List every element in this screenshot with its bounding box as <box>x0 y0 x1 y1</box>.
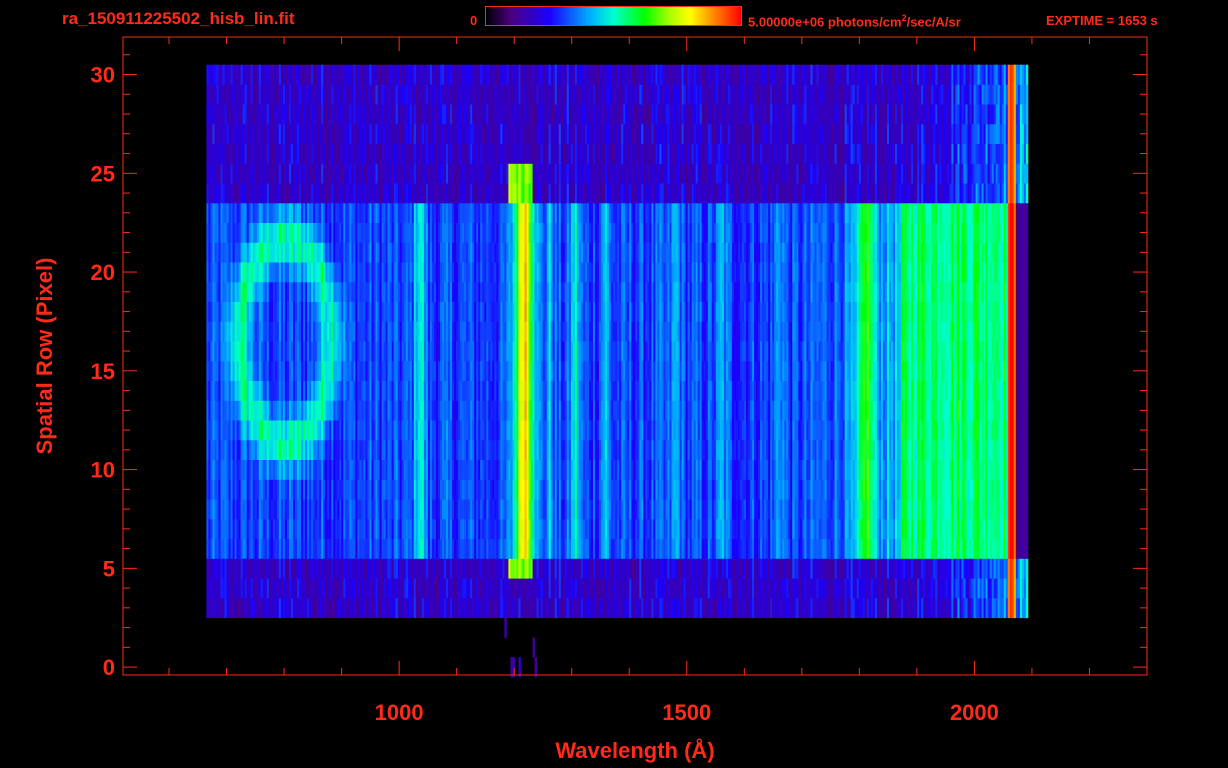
spectral-image-chart: 1000 1500 2000051015202530 Wavelength (Å) … <box>32 36 1148 763</box>
y-tick-label: 30 <box>91 63 115 88</box>
x-tick-label: 1500 <box>662 700 711 725</box>
y-tick-label: 20 <box>91 260 115 285</box>
y-tick-label: 10 <box>91 458 115 483</box>
heatmap-image <box>206 64 1029 678</box>
y-tick-label: 15 <box>91 359 115 384</box>
x-tick-label: 1000 <box>375 700 424 725</box>
y-axis-label: Spatial Row (Pixel) <box>32 258 57 455</box>
x-tick-label: 2000 <box>950 700 999 725</box>
x-axis-label: Wavelength (Å) <box>555 737 714 763</box>
y-tick-label: 0 <box>103 655 115 680</box>
y-tick-label: 25 <box>91 161 115 186</box>
y-tick-label: 5 <box>103 556 115 581</box>
